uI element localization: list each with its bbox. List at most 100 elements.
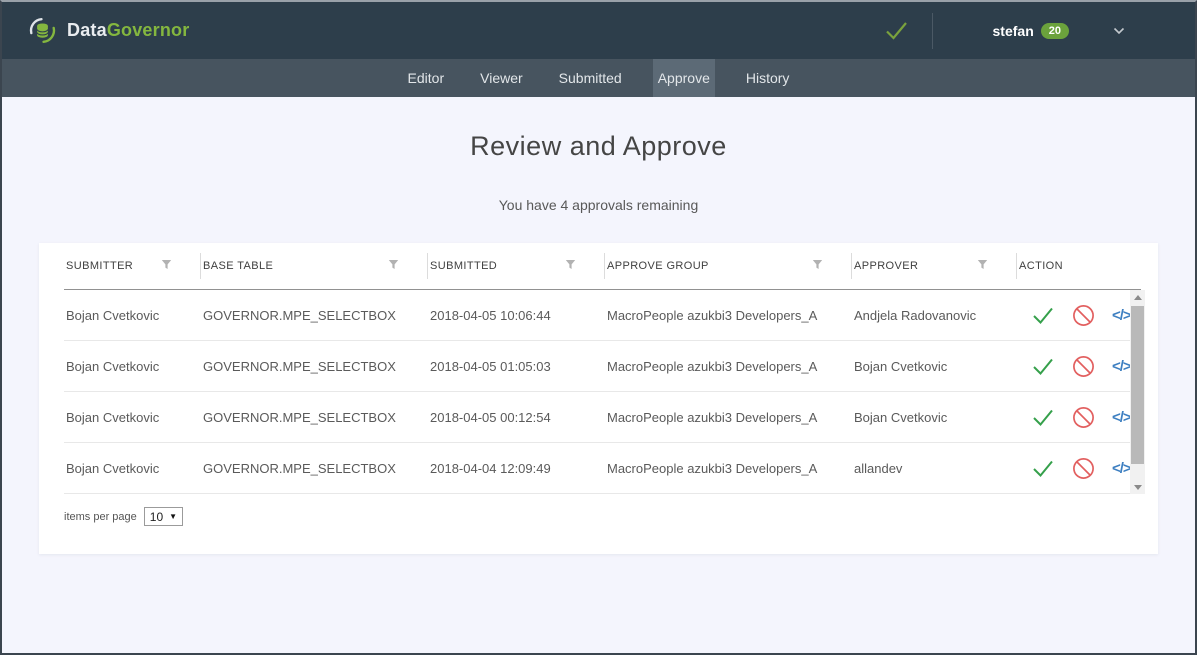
header-divider [932, 13, 933, 49]
column-header-submitter[interactable]: SUBMITTER [64, 253, 201, 279]
cell-base-table: GOVERNOR.MPE_SELECTBOX [201, 410, 428, 425]
cell-actions: </> [1017, 355, 1130, 378]
top-bar-right: stefan 20 [883, 13, 1169, 49]
tab-editor[interactable]: Editor [403, 59, 450, 97]
scroll-up-button[interactable] [1130, 290, 1145, 304]
cell-approve-group: MacroPeople azukbi3 Developers_A [605, 359, 852, 374]
chevron-down-icon[interactable] [1113, 27, 1125, 35]
cell-actions: </> [1017, 304, 1130, 327]
cell-base-table: GOVERNOR.MPE_SELECTBOX [201, 359, 428, 374]
items-per-page-select[interactable]: 10 ▼ [144, 507, 183, 526]
filter-icon[interactable] [565, 259, 576, 273]
cell-submitter: Bojan Cvetkovic [64, 461, 201, 476]
scrollbar-thumb[interactable] [1131, 306, 1144, 464]
cell-approver: Andjela Radovanovic [852, 308, 1017, 323]
select-caret-icon: ▼ [169, 512, 177, 521]
approvals-count-badge: 20 [1041, 23, 1069, 39]
code-icon: </> [1112, 460, 1130, 477]
view-code-button[interactable]: </> [1112, 358, 1130, 375]
approval-row: Bojan Cvetkovic GOVERNOR.MPE_SELECTBOX 2… [64, 392, 1130, 443]
column-header-label: SUBMITTED [430, 260, 497, 272]
top-bar: DataGovernor stefan 20 [2, 2, 1195, 59]
approval-row: Bojan Cvetkovic GOVERNOR.MPE_SELECTBOX 2… [64, 341, 1130, 392]
column-header-label: SUBMITTER [66, 260, 133, 272]
cell-approve-group: MacroPeople azukbi3 Developers_A [605, 461, 852, 476]
cell-submitted: 2018-04-05 10:06:44 [428, 308, 605, 323]
code-icon: </> [1112, 358, 1130, 375]
column-header-label: BASE TABLE [203, 260, 273, 272]
code-icon: </> [1112, 409, 1130, 426]
view-code-button[interactable]: </> [1112, 460, 1130, 477]
page-title: Review and Approve [2, 131, 1195, 161]
cell-base-table: GOVERNOR.MPE_SELECTBOX [201, 308, 428, 323]
reject-prohibition-icon [1072, 304, 1095, 327]
cell-submitted: 2018-04-04 12:09:49 [428, 461, 605, 476]
view-code-button[interactable]: </> [1112, 409, 1130, 426]
scroll-down-button[interactable] [1130, 480, 1145, 494]
cell-approve-group: MacroPeople azukbi3 Developers_A [605, 410, 852, 425]
approvals-card: SUBMITTER BASE TABLE SUBMITTED APPROVE G… [39, 243, 1158, 554]
cell-actions: </> [1017, 457, 1130, 480]
reject-button[interactable] [1072, 304, 1095, 327]
cell-submitter: Bojan Cvetkovic [64, 410, 201, 425]
column-header-label: APPROVE GROUP [607, 260, 709, 272]
view-code-button[interactable]: </> [1112, 307, 1130, 324]
approve-check-icon [1031, 408, 1055, 427]
code-icon: </> [1112, 307, 1130, 324]
cell-submitted: 2018-04-05 01:05:03 [428, 359, 605, 374]
scroll-up-icon [1134, 295, 1142, 300]
table-header-row: SUBMITTER BASE TABLE SUBMITTED APPROVE G… [64, 243, 1141, 290]
cell-actions: </> [1017, 406, 1130, 429]
app-window: DataGovernor stefan 20 Editor Viewer Submi… [0, 0, 1197, 655]
brand-logo[interactable]: DataGovernor [28, 16, 189, 45]
approve-check-icon [1031, 459, 1055, 478]
cell-base-table: GOVERNOR.MPE_SELECTBOX [201, 461, 428, 476]
tab-submitted[interactable]: Submitted [554, 59, 627, 97]
approve-button[interactable] [1031, 408, 1055, 427]
reject-prohibition-icon [1072, 457, 1095, 480]
approve-button[interactable] [1031, 357, 1055, 376]
tab-viewer[interactable]: Viewer [475, 59, 528, 97]
cell-submitter: Bojan Cvetkovic [64, 308, 201, 323]
cell-approver: Bojan Cvetkovic [852, 410, 1017, 425]
column-header-approver[interactable]: APPROVER [852, 253, 1017, 279]
filter-icon[interactable] [161, 259, 172, 273]
column-header-base-table[interactable]: BASE TABLE [201, 253, 428, 279]
cell-approve-group: MacroPeople azukbi3 Developers_A [605, 308, 852, 323]
reject-button[interactable] [1072, 457, 1095, 480]
reject-button[interactable] [1072, 406, 1095, 429]
column-header-submitted[interactable]: SUBMITTED [428, 253, 605, 279]
cell-submitter: Bojan Cvetkovic [64, 359, 201, 374]
table-body: Bojan Cvetkovic GOVERNOR.MPE_SELECTBOX 2… [64, 290, 1130, 494]
items-per-page-value: 10 [150, 510, 163, 524]
username: stefan [993, 23, 1034, 39]
tab-history[interactable]: History [741, 59, 795, 97]
column-header-approve-group[interactable]: APPROVE GROUP [605, 253, 852, 279]
cell-approver: Bojan Cvetkovic [852, 359, 1017, 374]
approve-check-icon [1031, 306, 1055, 325]
check-icon[interactable] [883, 20, 910, 41]
approve-button[interactable] [1031, 306, 1055, 325]
table-body-wrap: Bojan Cvetkovic GOVERNOR.MPE_SELECTBOX 2… [64, 290, 1141, 494]
column-header-label: ACTION [1019, 260, 1063, 272]
scroll-down-icon [1134, 485, 1142, 490]
approval-row: Bojan Cvetkovic GOVERNOR.MPE_SELECTBOX 2… [64, 443, 1130, 494]
table-scrollbar[interactable] [1130, 290, 1145, 494]
filter-icon[interactable] [388, 259, 399, 273]
column-header-label: APPROVER [854, 260, 918, 272]
filter-icon[interactable] [812, 259, 823, 273]
approval-row: Bojan Cvetkovic GOVERNOR.MPE_SELECTBOX 2… [64, 290, 1130, 341]
user-menu[interactable]: stefan 20 [993, 23, 1069, 39]
column-header-action[interactable]: ACTION [1017, 253, 1141, 279]
cell-submitted: 2018-04-05 00:12:54 [428, 410, 605, 425]
items-per-page-label: items per page [64, 511, 137, 523]
filter-icon[interactable] [977, 259, 988, 273]
database-logo-icon [28, 16, 57, 45]
cell-approver: allandev [852, 461, 1017, 476]
nav-tabs: Editor Viewer Submitted Approve History [2, 59, 1195, 97]
approve-check-icon [1031, 357, 1055, 376]
brand-name: DataGovernor [67, 20, 189, 41]
tab-approve[interactable]: Approve [653, 59, 715, 97]
approve-button[interactable] [1031, 459, 1055, 478]
reject-button[interactable] [1072, 355, 1095, 378]
